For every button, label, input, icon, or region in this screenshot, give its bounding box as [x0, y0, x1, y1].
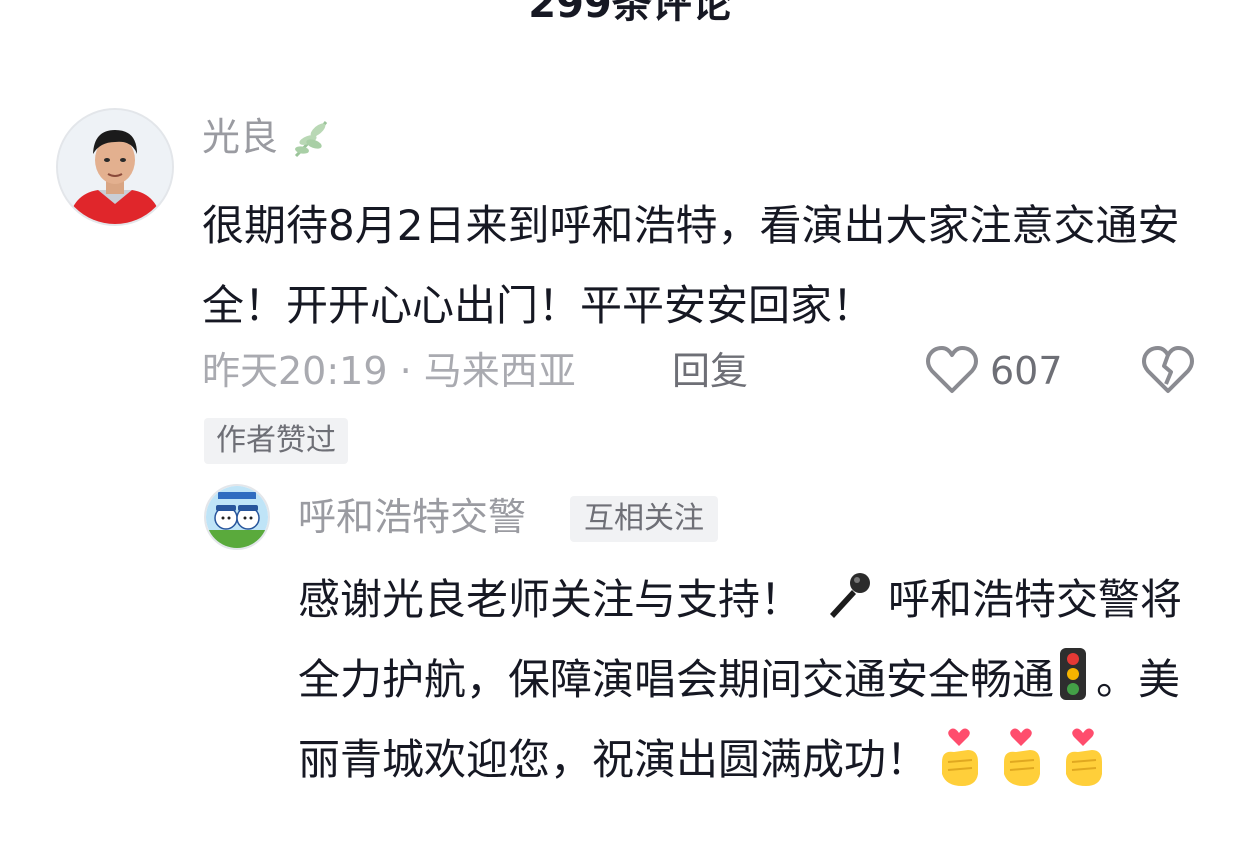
microphone-icon — [820, 568, 878, 620]
traffic-light-icon — [1058, 646, 1088, 702]
reply-button[interactable]: 回复 — [672, 346, 748, 396]
leaf-icon — [288, 114, 336, 162]
comment-username[interactable]: 光良 — [202, 112, 278, 162]
reply-text: 感谢光良老师关注与支持！ 呼和浩特交警将全力护航，保障演唱会期间交通安全畅通 。… — [298, 560, 1218, 800]
mutual-follow-badge: 互相关注 — [570, 496, 718, 542]
comment-time-location: 昨天20:19 · 马来西亚 — [202, 349, 576, 393]
reply-text-part1: 感谢光良老师关注与支持！ — [298, 575, 803, 624]
avatar[interactable] — [56, 108, 174, 226]
heart-hands-icon — [1058, 728, 1108, 788]
reply-username[interactable]: 呼和浩特交警 — [298, 492, 526, 542]
like-heart-icon[interactable] — [924, 344, 980, 396]
broken-heart-icon[interactable] — [1140, 344, 1196, 396]
heart-hands-icon — [996, 728, 1046, 788]
comments-count-title: 299条评论 — [528, 0, 732, 27]
reply-avatar[interactable] — [204, 484, 270, 550]
like-count: 607 — [990, 349, 1063, 393]
heart-hands-icon — [934, 728, 984, 788]
author-liked-tag: 作者赞过 — [204, 418, 348, 464]
comment-text: 很期待8月2日来到呼和浩特，看演出大家注意交通安全！开开心心出门！平平安安回家！ — [202, 201, 1180, 330]
